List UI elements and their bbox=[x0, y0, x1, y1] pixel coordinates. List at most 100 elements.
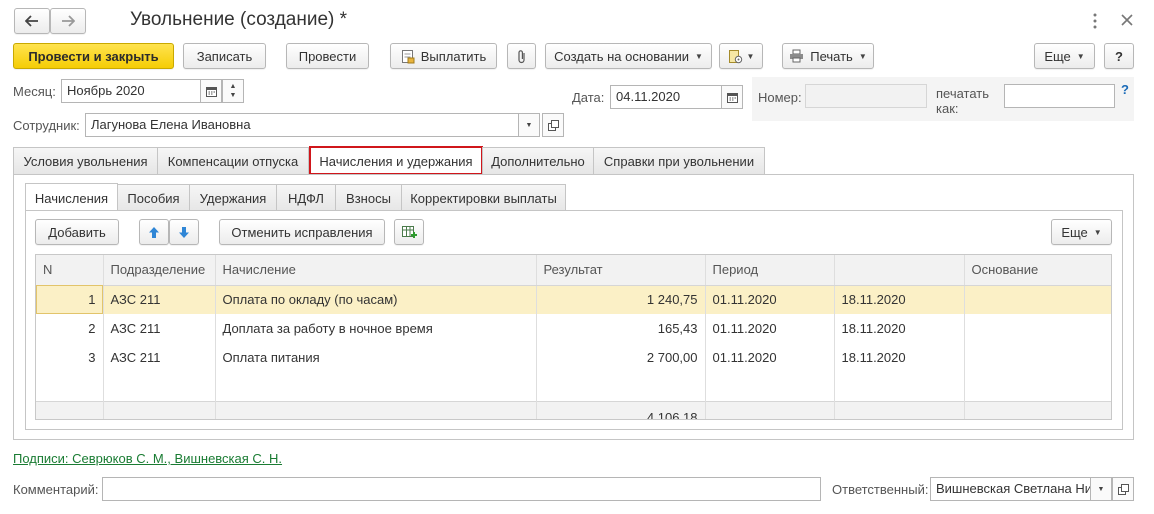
back-button[interactable] bbox=[14, 8, 50, 34]
print-button-label: Печать bbox=[810, 48, 853, 64]
employee-field[interactable]: Лагунова Елена Ивановна bbox=[85, 113, 519, 137]
chevron-down-icon: ▼ bbox=[1093, 227, 1102, 237]
employee-dropdown-button[interactable]: ▼ bbox=[518, 113, 540, 137]
post-button[interactable]: Провести bbox=[286, 43, 369, 69]
related-documents-button[interactable]: ▼ bbox=[719, 43, 763, 69]
help-mark[interactable]: ? bbox=[1121, 82, 1129, 97]
inner-more-button[interactable]: Еще ▼ bbox=[1051, 219, 1112, 245]
tab-dismissal-certificates[interactable]: Справки при увольнении bbox=[593, 147, 765, 174]
help-button[interactable]: ? bbox=[1104, 43, 1134, 69]
create-based-on-button[interactable]: Создать на основании ▼ bbox=[545, 43, 712, 69]
move-down-button[interactable] bbox=[169, 219, 199, 245]
cell-result[interactable]: 2 700,00 bbox=[536, 343, 706, 372]
chevron-down-icon: ▼ bbox=[1097, 485, 1105, 493]
stepper-down-icon[interactable]: ▼ bbox=[230, 91, 237, 100]
month-field[interactable]: Ноябрь 2020 bbox=[61, 79, 201, 103]
chevron-down-icon: ▼ bbox=[1076, 51, 1085, 61]
col-header-period[interactable]: Период bbox=[705, 255, 835, 286]
tab-accruals-deductions[interactable]: Начисления и удержания bbox=[309, 146, 483, 175]
calendar-button[interactable] bbox=[200, 79, 222, 103]
col-header-result[interactable]: Результат bbox=[536, 255, 706, 286]
cell-n[interactable]: 2 bbox=[36, 314, 104, 343]
subtab-contributions[interactable]: Взносы bbox=[335, 184, 402, 211]
table-add-icon bbox=[401, 225, 417, 239]
col-header-period-end[interactable] bbox=[834, 255, 965, 286]
tab-vacation-compensation[interactable]: Компенсации отпуска bbox=[157, 147, 309, 174]
employee-label: Сотрудник: bbox=[13, 118, 80, 133]
cancel-corrections-button[interactable]: Отменить исправления bbox=[219, 219, 385, 245]
chevron-down-icon: ▼ bbox=[525, 121, 533, 129]
subtab-payment-corrections[interactable]: Корректировки выплаты bbox=[401, 184, 566, 211]
forward-button[interactable] bbox=[50, 8, 86, 34]
table-row[interactable]: 1 АЗС 211 Оплата по окладу (по часам) 1 … bbox=[36, 285, 1111, 314]
col-header-accrual[interactable]: Начисление bbox=[215, 255, 537, 286]
print-as-label-line1: печатать bbox=[936, 86, 990, 101]
subtab-benefits[interactable]: Пособия bbox=[117, 184, 190, 211]
subtab-accruals[interactable]: Начисления bbox=[25, 183, 118, 212]
cell-period-from[interactable]: 01.11.2020 bbox=[705, 285, 835, 314]
cell-result[interactable]: 165,43 bbox=[536, 314, 706, 343]
responsible-dropdown-button[interactable]: ▼ bbox=[1090, 477, 1112, 501]
cell-period-to[interactable]: 18.11.2020 bbox=[834, 285, 965, 314]
more-vertical-icon[interactable] bbox=[1092, 13, 1098, 32]
cell-accrual[interactable]: Доплата за работу в ночное время bbox=[215, 314, 537, 343]
window-title: Увольнение (создание) * bbox=[130, 9, 348, 30]
number-field bbox=[805, 84, 927, 108]
tab-dismissal-conditions[interactable]: Условия увольнения bbox=[13, 147, 158, 174]
cell-period-to[interactable]: 18.11.2020 bbox=[834, 314, 965, 343]
accruals-table: N Подразделение Начисление Результат Пер… bbox=[35, 254, 1112, 420]
print-button[interactable]: Печать ▼ bbox=[782, 43, 874, 69]
calendar-icon bbox=[205, 86, 217, 97]
col-header-n[interactable]: N bbox=[36, 255, 104, 286]
table-footer-row: 4 106,18 bbox=[36, 400, 1111, 419]
employee-open-button[interactable] bbox=[542, 113, 564, 137]
cell-basis[interactable] bbox=[964, 285, 1111, 314]
chevron-down-icon: ▼ bbox=[694, 51, 703, 61]
calendar-icon bbox=[726, 92, 738, 103]
date-field[interactable]: 04.11.2020 bbox=[610, 85, 722, 109]
more-button[interactable]: Еще ▼ bbox=[1034, 43, 1095, 69]
number-label: Номер: bbox=[758, 90, 802, 105]
print-as-field[interactable] bbox=[1004, 84, 1115, 108]
cell-n[interactable]: 1 bbox=[36, 285, 104, 314]
tab-additional[interactable]: Дополнительно bbox=[482, 147, 594, 174]
cell-department[interactable]: АЗС 211 bbox=[103, 314, 216, 343]
date-calendar-button[interactable] bbox=[721, 85, 743, 109]
cell-period-to[interactable]: 18.11.2020 bbox=[834, 343, 965, 372]
signatures-link[interactable]: Подписи: Севрюков С. М., Вишневская С. Н… bbox=[13, 451, 282, 466]
cell-period-from[interactable]: 01.11.2020 bbox=[705, 314, 835, 343]
table-row[interactable]: 2 АЗС 211 Доплата за работу в ночное вре… bbox=[36, 314, 1111, 343]
subtab-deductions[interactable]: Удержания bbox=[189, 184, 277, 211]
subtab-ndfl[interactable]: НДФЛ bbox=[276, 184, 336, 211]
cell-department[interactable]: АЗС 211 bbox=[103, 343, 216, 372]
add-button[interactable]: Добавить bbox=[35, 219, 119, 245]
chevron-down-icon: ▼ bbox=[746, 51, 755, 61]
cell-department[interactable]: АЗС 211 bbox=[103, 285, 216, 314]
close-icon[interactable] bbox=[1121, 14, 1133, 29]
cell-accrual[interactable]: Оплата питания bbox=[215, 343, 537, 372]
move-up-button[interactable] bbox=[139, 219, 169, 245]
responsible-open-button[interactable] bbox=[1112, 477, 1134, 501]
pay-button[interactable]: Выплатить bbox=[390, 43, 497, 69]
attach-button[interactable] bbox=[507, 43, 536, 69]
col-header-basis[interactable]: Основание bbox=[964, 255, 1111, 286]
table-empty-row bbox=[36, 372, 1111, 401]
cell-basis[interactable] bbox=[964, 314, 1111, 343]
comment-field[interactable] bbox=[102, 477, 821, 501]
cell-result[interactable]: 1 240,75 bbox=[536, 285, 706, 314]
stepper-up-icon[interactable]: ▲ bbox=[230, 82, 237, 91]
month-stepper[interactable]: ▲ ▼ bbox=[222, 79, 244, 103]
open-form-icon bbox=[1117, 483, 1129, 495]
save-button[interactable]: Записать bbox=[183, 43, 266, 69]
cell-n[interactable]: 3 bbox=[36, 343, 104, 372]
cell-period-from[interactable]: 01.11.2020 bbox=[705, 343, 835, 372]
col-header-department[interactable]: Подразделение bbox=[103, 255, 216, 286]
table-row[interactable]: 3 АЗС 211 Оплата питания 2 700,00 01.11.… bbox=[36, 343, 1111, 372]
cell-accrual[interactable]: Оплата по окладу (по часам) bbox=[215, 285, 537, 314]
responsible-field[interactable]: Вишневская Светлана Ни bbox=[930, 477, 1091, 501]
pay-button-label: Выплатить bbox=[420, 48, 487, 64]
inner-more-label: Еще bbox=[1061, 224, 1088, 240]
post-and-close-button[interactable]: Провести и закрыть bbox=[13, 43, 174, 69]
cell-basis[interactable] bbox=[964, 343, 1111, 372]
table-add-button[interactable] bbox=[394, 219, 424, 245]
